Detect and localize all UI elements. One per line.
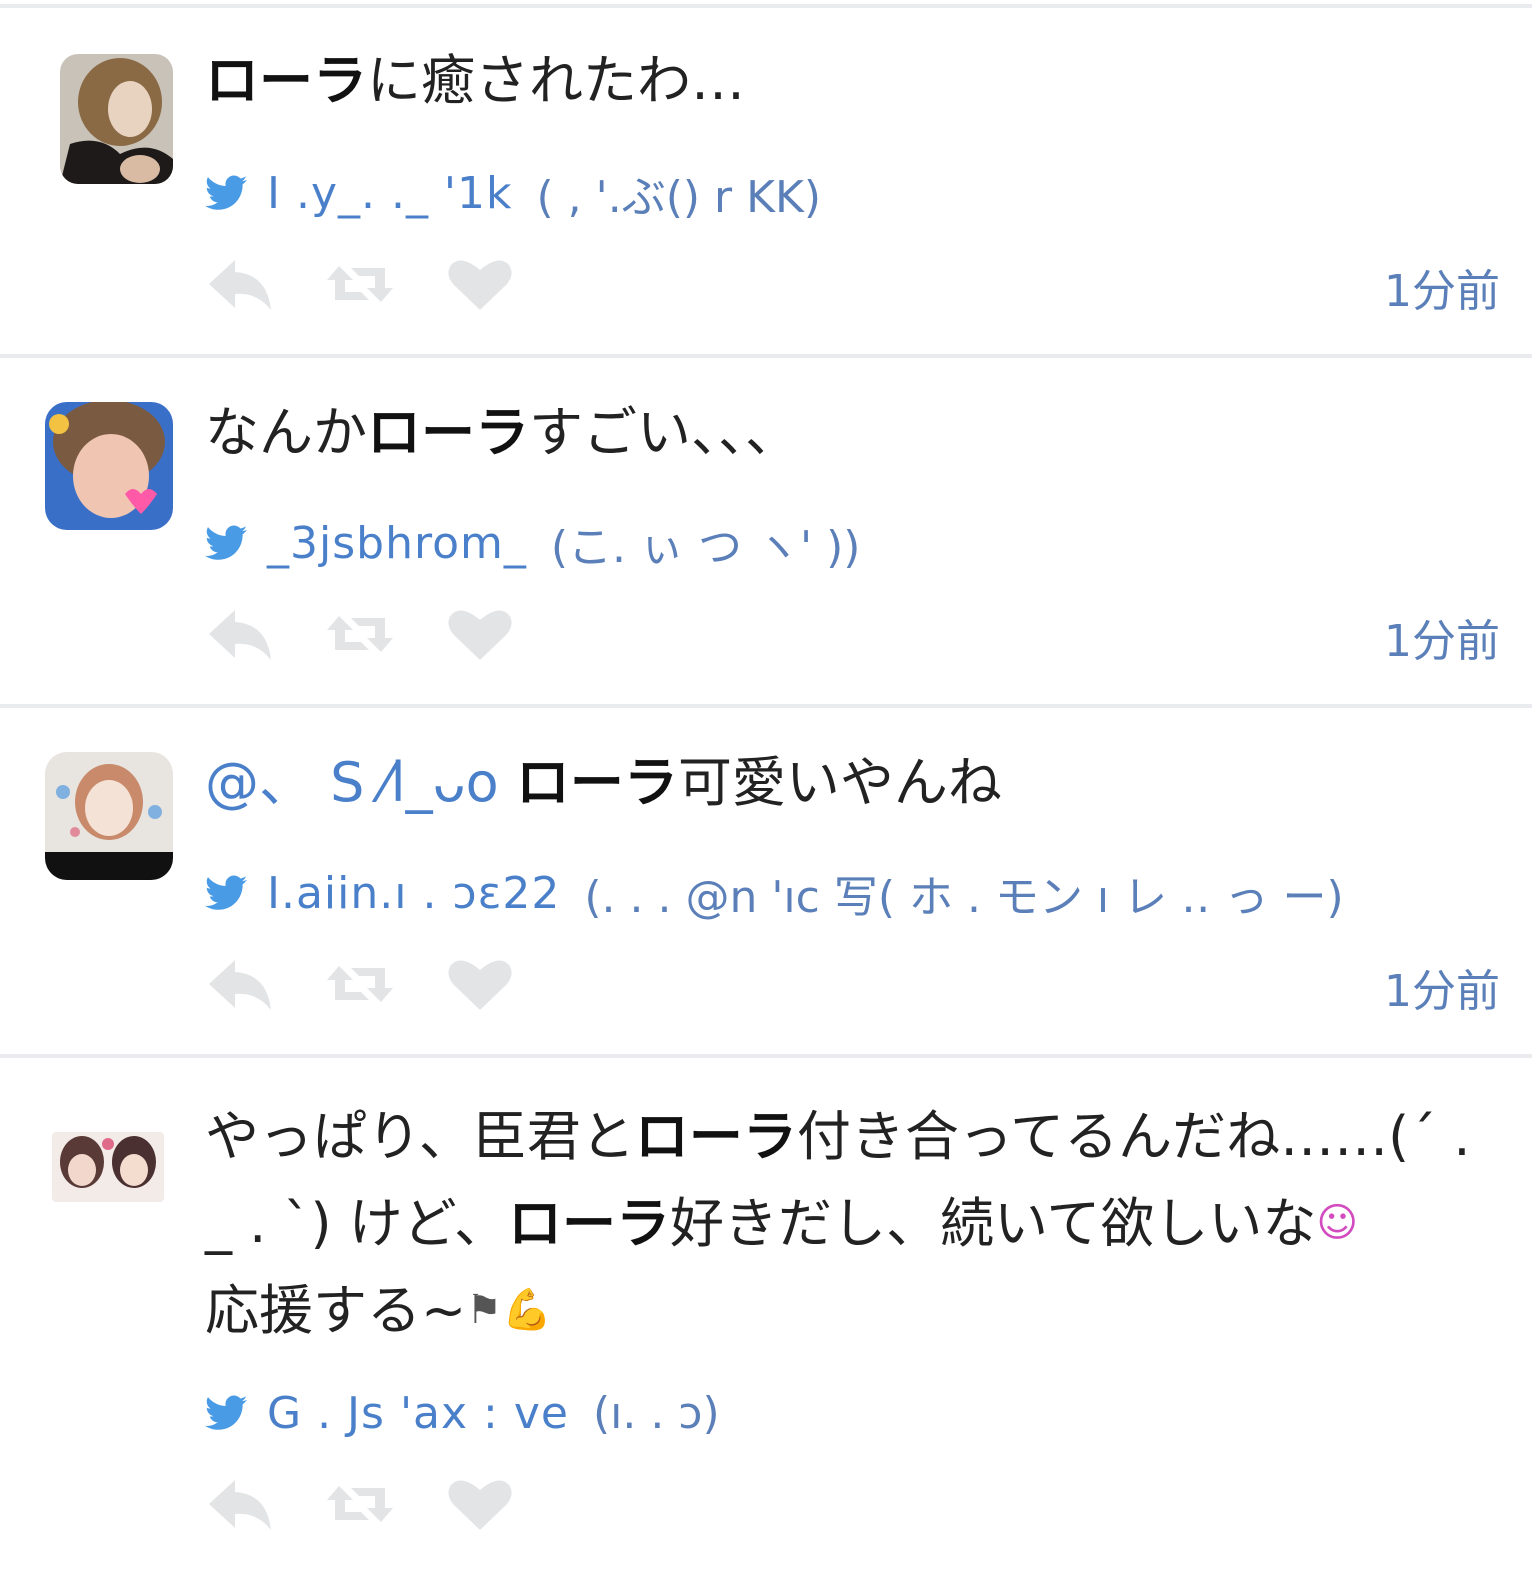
tweet-actions <box>205 254 565 314</box>
like-heart-icon[interactable] <box>445 606 515 662</box>
user-handle[interactable]: G . Js 'ax : ve <box>267 1388 569 1439</box>
avatar[interactable] <box>60 54 173 184</box>
avatar-image <box>60 54 173 184</box>
flexed-bicep-emoji-icon: 💪 <box>502 1287 552 1333</box>
like-heart-icon[interactable] <box>445 956 515 1012</box>
text-segment: 好きだし、続いて欲しいな <box>670 1192 1317 1255</box>
keyword: ローラ <box>515 751 678 814</box>
user-display-name: (ı. . ɔ) <box>592 1387 720 1439</box>
twitter-bird-icon <box>205 875 247 910</box>
twitter-bird-icon <box>205 525 247 560</box>
twitter-bird-icon <box>205 175 247 210</box>
text-segment: 可愛いやんね <box>677 751 1002 814</box>
tweet-text: ローラに癒されたわ… <box>205 38 1505 124</box>
text-segment: 応援する~ <box>205 1279 467 1342</box>
tweet-text: なんかローラすごい、、、 <box>205 390 1505 476</box>
tweet-source[interactable]: I .y_. ._ '1k ( , '.ぶ() r KK) <box>205 168 821 223</box>
keyword: ローラ <box>367 401 529 464</box>
tweet-feed: ローラに癒されたわ… I .y_. ._ '1k ( , '.ぶ() r KK)… <box>0 0 1532 1573</box>
tweet-timestamp[interactable]: 1分前 <box>1384 612 1500 672</box>
mention-link[interactable]: @、 S ⁄l_ᴗo <box>205 751 499 814</box>
user-display-name: (こ. ぃ つ ヽ' )) <box>550 522 861 573</box>
like-heart-icon[interactable] <box>445 1476 515 1532</box>
reply-icon[interactable] <box>205 256 275 312</box>
keyword: ローラ <box>205 49 367 112</box>
tweet-source[interactable]: _3jsbhrom_ (こ. ぃ つ ヽ' )) <box>205 518 860 573</box>
avatar[interactable] <box>45 402 173 530</box>
user-display-name: (. . . @n 'ıc 写( ホ . モン ı レ ‥ っ ー) <box>584 872 1344 923</box>
tweet-actions <box>205 954 565 1014</box>
avatar-image <box>52 1132 164 1202</box>
reply-icon[interactable] <box>205 1476 275 1532</box>
tweet-source[interactable]: G . Js 'ax : ve (ı. . ɔ) <box>205 1387 720 1439</box>
tweet-timestamp[interactable]: 1分前 <box>1384 262 1500 322</box>
tweet-actions <box>205 1474 565 1534</box>
retweet-icon[interactable] <box>325 256 395 312</box>
keyword: ローラ <box>508 1192 671 1255</box>
user-handle[interactable]: I.aiin.ı . ɔɛ22 <box>267 868 560 919</box>
tweet-card[interactable]: @、 S ⁄l_ᴗo ローラ可愛いやんね I.aiin.ı . ɔɛ22 (. … <box>0 708 1532 1054</box>
tweet-card[interactable]: ローラに癒されたわ… I .y_. ._ '1k ( , '.ぶ() r KK)… <box>0 8 1532 354</box>
like-heart-icon[interactable] <box>445 256 515 312</box>
user-display-name: ( , '.ぶ() r KK) <box>536 172 821 223</box>
tweet-actions <box>205 604 565 664</box>
avatar-image <box>45 752 173 880</box>
text-segment: に癒されたわ… <box>367 49 745 112</box>
twitter-bird-icon <box>205 1395 247 1430</box>
smile-emoji-icon: ☺ <box>1316 1200 1359 1246</box>
retweet-icon[interactable] <box>325 956 395 1012</box>
tweet-timestamp[interactable]: 1分前 <box>1384 962 1500 1022</box>
tweet-card[interactable]: やっぱり、臣君とローラ付き合ってるんだね……(´ . _ . `) けど、ローラ… <box>0 1058 1532 1573</box>
retweet-icon[interactable] <box>325 606 395 662</box>
tweet-text: @、 S ⁄l_ᴗo ローラ可愛いやんね <box>205 740 1505 826</box>
text-segment: すごい、、、 <box>529 401 799 464</box>
reply-icon[interactable] <box>205 606 275 662</box>
avatar-image <box>45 402 173 530</box>
avatar[interactable] <box>45 752 173 880</box>
text-segment: なんか <box>205 401 367 464</box>
crossed-flags-emoji-icon: ⚑ <box>466 1287 503 1333</box>
tweet-card[interactable]: なんかローラすごい、、、 _3jsbhrom_ (こ. ぃ つ ヽ' )) 1分… <box>0 358 1532 704</box>
user-handle[interactable]: _3jsbhrom_ <box>267 518 527 569</box>
reply-icon[interactable] <box>205 956 275 1012</box>
retweet-icon[interactable] <box>325 1476 395 1532</box>
keyword: ローラ <box>634 1105 797 1168</box>
tweet-text: やっぱり、臣君とローラ付き合ってるんだね……(´ . _ . `) けど、ローラ… <box>205 1094 1500 1354</box>
user-handle[interactable]: I .y_. ._ '1k <box>267 168 513 219</box>
tweet-source[interactable]: I.aiin.ı . ɔɛ22 (. . . @n 'ıc 写( ホ . モン … <box>205 868 1344 923</box>
avatar[interactable] <box>52 1132 164 1202</box>
text-segment: やっぱり、臣君と <box>205 1105 635 1168</box>
